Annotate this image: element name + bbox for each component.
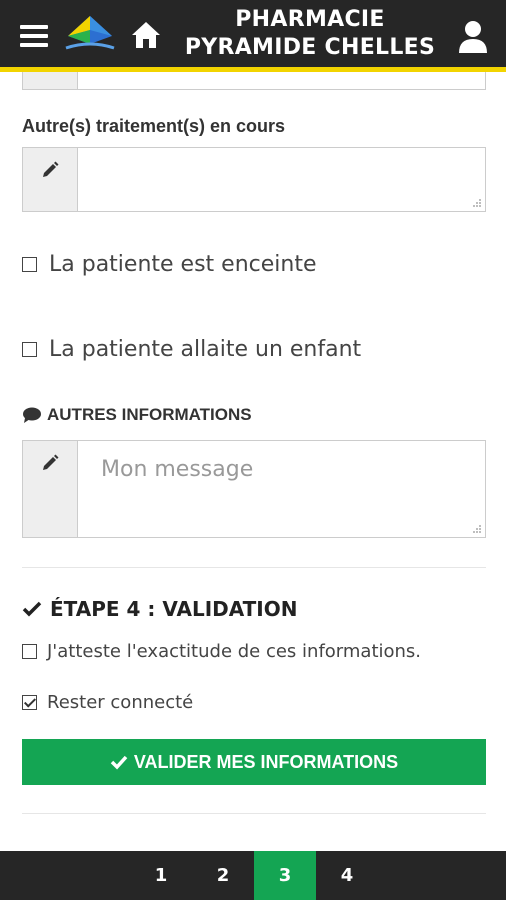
message-input[interactable]: Mon message <box>79 441 485 537</box>
page-4[interactable]: 4 <box>316 851 378 900</box>
stay-connected-label: Rester connecté <box>47 692 194 713</box>
pregnant-label: La patiente est enceinte <box>49 252 317 277</box>
pregnant-checkbox[interactable] <box>22 257 37 272</box>
menu-icon[interactable] <box>20 25 48 47</box>
title-line-1: PHARMACIE <box>235 7 385 32</box>
divider <box>22 567 486 568</box>
submit-label: VALIDER MES INFORMATIONS <box>133 751 399 772</box>
stay-connected-row[interactable]: Rester connecté <box>22 692 193 713</box>
submit-button[interactable]: VALIDER MES INFORMATIONS <box>22 739 486 785</box>
stay-connected-checkbox[interactable] <box>22 695 37 710</box>
other-treatments-label: Autre(s) traitement(s) en cours <box>22 116 286 136</box>
page-3-active[interactable]: 3 <box>254 851 316 900</box>
breastfeeding-checkbox-row[interactable]: La patiente allaite un enfant <box>22 337 361 362</box>
pagination: 1 2 3 4 <box>0 851 506 900</box>
page-2[interactable]: 2 <box>192 851 254 900</box>
check-icon <box>110 755 128 770</box>
step-4-title: ÉTAPE 4 : VALIDATION <box>50 597 298 621</box>
breastfeeding-checkbox[interactable] <box>22 342 37 357</box>
app-header: PHARMACIE PYRAMIDE CHELLES <box>0 0 506 72</box>
check-icon <box>22 601 42 617</box>
pencil-icon <box>43 454 59 470</box>
pharmacy-logo <box>65 16 115 50</box>
pencil-icon <box>43 161 59 177</box>
message-field[interactable]: Mon message <box>22 440 486 538</box>
user-icon[interactable] <box>458 20 488 54</box>
field-addon <box>23 441 78 537</box>
divider <box>22 813 486 814</box>
pregnant-checkbox-row[interactable]: La patiente est enceinte <box>22 252 317 277</box>
step-4-heading: ÉTAPE 4 : VALIDATION <box>22 597 298 621</box>
other-treatments-field[interactable] <box>22 147 486 212</box>
pharmacy-name: PHARMACIE PYRAMIDE CHELLES <box>172 6 448 62</box>
attest-checkbox-row[interactable]: J'atteste l'exactitude de ces informatio… <box>22 641 421 662</box>
other-info-heading: AUTRES INFORMATIONS <box>22 405 252 425</box>
home-icon[interactable] <box>130 20 162 50</box>
comment-icon <box>23 407 41 423</box>
resize-handle-icon[interactable] <box>472 524 482 534</box>
resize-handle-icon[interactable] <box>472 198 482 208</box>
field-addon <box>23 148 78 211</box>
other-treatments-input[interactable] <box>79 148 485 211</box>
attest-label: J'atteste l'exactitude de ces informatio… <box>47 641 422 662</box>
other-info-title: AUTRES INFORMATIONS <box>47 405 252 424</box>
attest-checkbox[interactable] <box>22 644 37 659</box>
title-line-2: PYRAMIDE CHELLES <box>184 35 436 60</box>
breastfeeding-label: La patiente allaite un enfant <box>49 337 362 362</box>
page-1[interactable]: 1 <box>130 851 192 900</box>
